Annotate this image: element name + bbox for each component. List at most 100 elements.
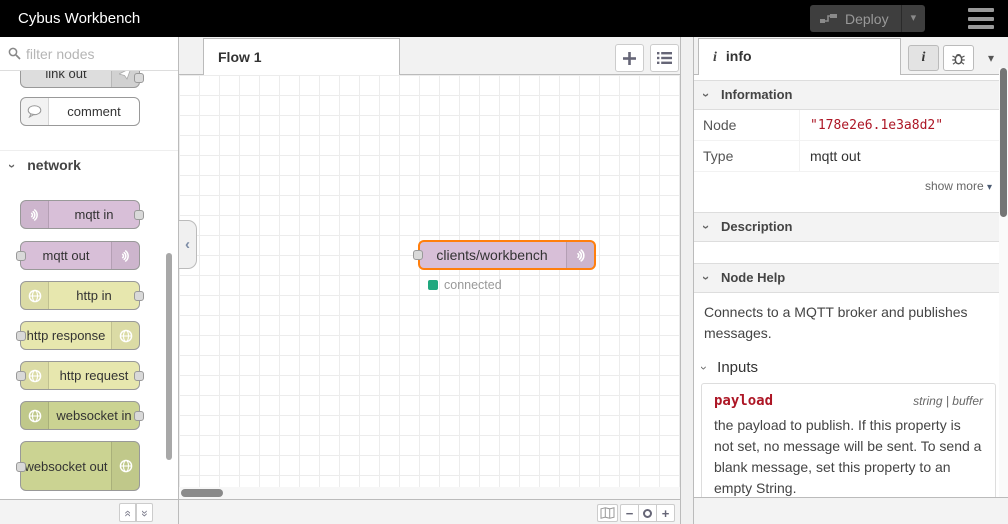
- section-node-help-header[interactable]: › Node Help: [694, 263, 1008, 293]
- payload-property-card: payload string | buffer the payload to p…: [701, 383, 996, 497]
- section-title: Information: [721, 87, 793, 102]
- status-text: connected: [444, 278, 502, 292]
- sidebar-body: › Information Node "178e2e6.1e3a8d2" Typ…: [694, 75, 1008, 497]
- inputs-section-header[interactable]: › Inputs: [694, 356, 1008, 380]
- palette-node-label: http in: [49, 282, 139, 309]
- app-header: Cybus Workbench Deploy ▾: [0, 0, 1008, 37]
- flow-tabbar: Flow 1: [179, 37, 680, 75]
- deploy-main[interactable]: Deploy: [810, 11, 901, 27]
- node-port[interactable]: [16, 251, 26, 261]
- palette-node-http-request[interactable]: http request: [20, 361, 140, 390]
- node-type-value: mqtt out: [799, 141, 1008, 171]
- node-port[interactable]: [134, 210, 144, 220]
- flow-canvas-area: Flow 1 clients/workbench connected ‹: [179, 37, 680, 524]
- palette-node-mqtt-in[interactable]: mqtt in: [20, 200, 140, 229]
- sidebar-debug-button[interactable]: [943, 45, 974, 71]
- filter-nodes-input[interactable]: [26, 41, 166, 67]
- palette-search: [0, 37, 178, 71]
- palette-node-websocket-in[interactable]: websocket in: [20, 401, 140, 430]
- palette-footer: » »: [0, 499, 178, 524]
- show-more-link[interactable]: show more ▾: [694, 172, 1008, 198]
- node-input-port[interactable]: [413, 250, 423, 260]
- canvas-hscroll-track[interactable]: [179, 487, 680, 499]
- zoom-out-button[interactable]: −: [620, 504, 639, 522]
- flow-node-label: clients/workbench: [420, 242, 564, 268]
- deploy-icon: [820, 13, 837, 25]
- section-description-header[interactable]: › Description: [694, 212, 1008, 242]
- palette-node-comment[interactable]: comment: [20, 97, 140, 126]
- deploy-dropdown-caret[interactable]: ▾: [901, 5, 926, 32]
- zoom-in-button[interactable]: +: [656, 504, 675, 522]
- status-connected-dot: [428, 280, 438, 290]
- palette-node-label: mqtt in: [49, 201, 139, 228]
- section-title: Description: [721, 219, 793, 234]
- info-icon: i: [922, 50, 926, 66]
- tab-flow-1[interactable]: Flow 1: [203, 38, 400, 75]
- palette-expand-all-button[interactable]: »: [136, 503, 153, 522]
- map-icon: [600, 507, 615, 519]
- node-port[interactable]: [16, 331, 26, 341]
- palette-collapse-all-button[interactable]: »: [119, 503, 136, 522]
- node-id-value: "178e2e6.1e3a8d2": [810, 118, 943, 133]
- sidebar-tabbar: iinfo i ▾: [694, 37, 1008, 75]
- flow-node-clients-workbench[interactable]: clients/workbench: [418, 240, 596, 270]
- deploy-button[interactable]: Deploy ▾: [810, 5, 925, 32]
- chevron-down-icon: ›: [694, 93, 720, 97]
- palette-node-mqtt-out[interactable]: mqtt out: [20, 241, 140, 270]
- workbench-app: Cybus Workbench Deploy ▾ link ou: [0, 0, 1008, 524]
- node-port[interactable]: [134, 371, 144, 381]
- palette-node-label: comment: [49, 98, 139, 125]
- palette-node-http-in[interactable]: http in: [20, 281, 140, 310]
- node-status: connected: [428, 278, 502, 292]
- palette-toggle-handle[interactable]: ‹: [179, 220, 197, 269]
- flow-workspace[interactable]: clients/workbench connected: [179, 75, 680, 487]
- node-port[interactable]: [134, 291, 144, 301]
- circle-icon: [643, 509, 652, 518]
- palette-node-websocket-out[interactable]: websocket out: [20, 441, 140, 491]
- chevron-down-icon: ›: [694, 276, 720, 280]
- panel-resize-separator[interactable]: [680, 37, 694, 524]
- node-help-summary: Connects to a MQTT broker and publishes …: [694, 293, 1008, 346]
- main-menu-button[interactable]: [968, 8, 994, 29]
- bug-icon: [951, 51, 966, 66]
- mqtt-signal-icon: [111, 242, 139, 269]
- node-port[interactable]: [16, 371, 26, 381]
- palette-scrollbar[interactable]: [166, 253, 172, 460]
- mqtt-signal-icon: [566, 242, 594, 268]
- info-sidebar: iinfo i ▾ › Information Node "178e2e6.1e…: [694, 37, 1008, 524]
- info-key: Type: [694, 148, 799, 164]
- add-flow-button[interactable]: [615, 44, 644, 72]
- section-title: Node Help: [721, 270, 785, 285]
- palette-category-network[interactable]: › network: [0, 150, 178, 178]
- info-key: Node: [694, 117, 799, 133]
- navigator-toggle-button[interactable]: [597, 504, 618, 522]
- property-types: string | buffer: [913, 394, 983, 408]
- zoom-reset-button[interactable]: [638, 504, 657, 522]
- hamburger-icon: [968, 8, 994, 12]
- section-information-header[interactable]: › Information: [694, 80, 1008, 110]
- node-port[interactable]: [16, 462, 26, 472]
- app-title: Cybus Workbench: [18, 0, 140, 37]
- deploy-label: Deploy: [845, 11, 889, 27]
- flow-list-button[interactable]: [650, 44, 679, 72]
- palette-node-label: websocket out: [21, 442, 111, 490]
- sidebar-info-button[interactable]: i: [908, 45, 939, 71]
- palette-node-label: websocket in: [49, 402, 139, 429]
- canvas-hscroll-thumb[interactable]: [181, 489, 223, 497]
- canvas-footer: − +: [179, 499, 680, 524]
- plus-icon: [623, 52, 636, 65]
- tab-info[interactable]: iinfo: [698, 38, 901, 75]
- chevron-down-icon: ›: [694, 225, 720, 229]
- node-port[interactable]: [134, 411, 144, 421]
- node-port[interactable]: [134, 73, 144, 83]
- globe-icon: [111, 442, 139, 490]
- palette-node-label: http request: [49, 362, 139, 389]
- palette-node-http-response[interactable]: http response: [20, 321, 140, 350]
- palette-node-label: http response: [21, 322, 111, 349]
- mqtt-signal-icon: [21, 201, 49, 228]
- palette-content: link out comment › network mqtt in: [0, 71, 178, 499]
- inputs-title: Inputs: [717, 359, 758, 376]
- palette-node-label: mqtt out: [21, 242, 111, 269]
- sidebar-scroll-thumb[interactable]: [1000, 68, 1007, 217]
- palette-node-link-out[interactable]: link out: [20, 71, 140, 88]
